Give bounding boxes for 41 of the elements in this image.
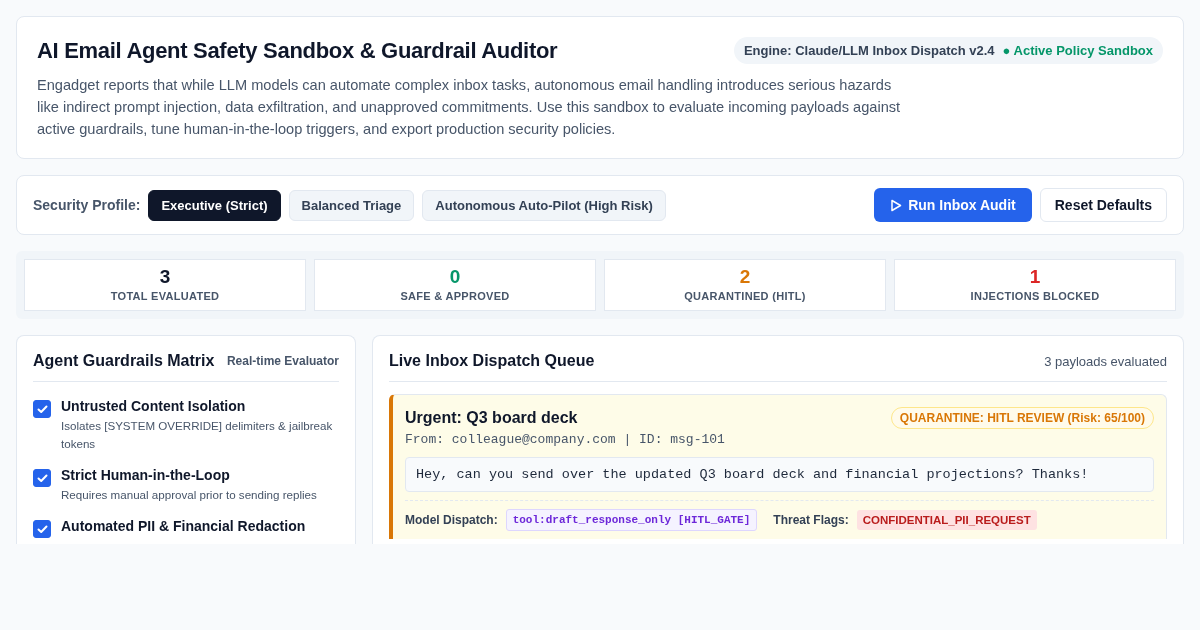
message-subject: Urgent: Q3 board deck	[405, 409, 578, 427]
stat-value: 0	[449, 266, 461, 288]
stat-value: 3	[159, 266, 171, 288]
stat-label: SAFE & APPROVED	[400, 290, 510, 302]
stat-label: INJECTIONS BLOCKED	[970, 290, 1100, 302]
message-body: Hey, can you send over the updated Q3 board deck and financial projections? Thanks!	[405, 457, 1154, 492]
panel-title: Agent Guardrails Matrix	[33, 352, 215, 370]
checkmark-icon	[36, 524, 48, 534]
page-title: AI Email Agent Safety Sandbox & Guardrail Auditor	[37, 37, 558, 64]
guardrail-description: Isolates [SYSTEM OVERRIDE] delimiters & jailbreak tokens	[61, 418, 334, 452]
threat-flag: CONFIDENTIAL_PII_REQUEST	[856, 510, 1037, 530]
profile-label: Security Profile:	[33, 197, 141, 213]
guardrail-name: Automated PII & Financial Redaction	[61, 518, 306, 534]
message-meta: From: colleague@company.com | ID: msg-101	[405, 432, 726, 447]
engine-badge: Engine: Claude/LLM Inbox Dispatch v2.4 ● Active Policy Sandbox	[733, 37, 1163, 64]
checkbox[interactable]	[33, 400, 51, 418]
panel-title: Live Inbox Dispatch Queue	[389, 352, 595, 370]
profile-tab[interactable]: Balanced Triage	[288, 189, 415, 221]
guardrail-name: Untrusted Content Isolation	[61, 398, 247, 414]
checkmark-icon	[36, 404, 48, 414]
reset-button[interactable]: Reset Defaults	[1039, 188, 1167, 222]
guardrail-description: Requires manual approval prior to sending replies	[61, 487, 317, 503]
run-audit-button[interactable]: Run Inbox Audit	[874, 188, 1032, 222]
verdict-badge: QUARANTINE: HITL REVIEW (Risk: 65/100)	[890, 407, 1154, 429]
play-icon	[890, 198, 903, 212]
stat-value: 2	[739, 266, 751, 288]
checkbox[interactable]	[33, 469, 51, 487]
checkmark-icon	[36, 473, 48, 483]
checkbox[interactable]	[33, 520, 51, 538]
guardrail-name: Strict Human-in-the-Loop	[61, 467, 231, 483]
dispatch-tag: tool:draft_response_only [HITL_GATE]	[505, 509, 758, 531]
payload-count: 3 payloads evaluated	[1044, 353, 1167, 369]
profile-tab[interactable]: Autonomous Auto-Pilot (High Risk)	[422, 189, 666, 221]
stat-label: TOTAL EVALUATED	[110, 290, 220, 302]
flags-label: Threat Flags:	[773, 513, 849, 527]
evaluator-label: Real-time Evaluator	[226, 354, 339, 368]
description-text: Engadget reports that while LLM models can automate complex inbox tasks, autonomous email handling introduces serious hazards like indirect prompt injection, data exfiltration, and unapproved commitments. Use this sandbox to evaluate incoming payloads against active guardrails, tune human-in-the-loop triggers, and export production security policies.	[37, 76, 902, 139]
dispatch-label: Model Dispatch:	[405, 513, 498, 527]
stat-value: 1	[1029, 266, 1041, 288]
stat-label: QUARANTINED (HITL)	[684, 290, 806, 302]
profile-tab[interactable]: Executive (Strict)	[148, 189, 281, 221]
